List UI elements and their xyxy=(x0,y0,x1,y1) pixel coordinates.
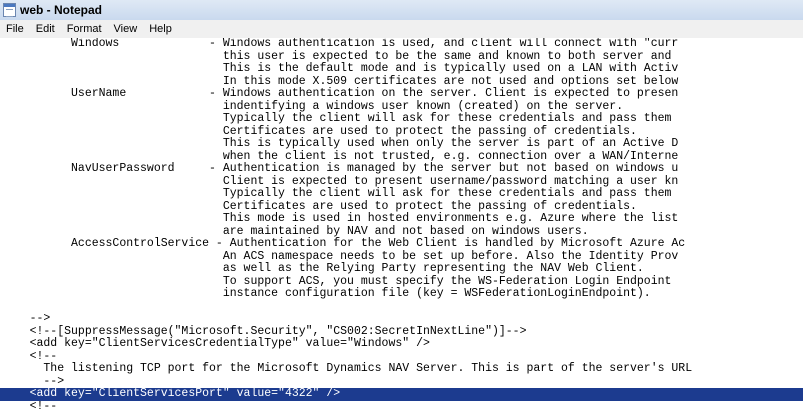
text-line[interactable]: This mode is used in hosted environments… xyxy=(0,212,803,226)
title-bar[interactable]: web - Notepad xyxy=(0,0,803,21)
text-line[interactable]: Typically the client will ask for these … xyxy=(0,112,803,126)
menu-file[interactable]: File xyxy=(0,20,30,38)
menu-bar: File Edit Format View Help xyxy=(0,20,803,39)
text-line[interactable]: instance configuration file (key = WSFed… xyxy=(0,287,803,301)
text-line[interactable]: This is typically used when only the ser… xyxy=(0,137,803,151)
text-line[interactable]: <add key="ClientServicesCredentialType" … xyxy=(0,337,803,351)
notepad-icon xyxy=(3,3,16,17)
menu-format[interactable]: Format xyxy=(61,20,108,38)
text-line[interactable] xyxy=(0,301,803,314)
window-title: web - Notepad xyxy=(20,3,103,17)
text-line[interactable]: NavUserPassword - Authentication is mana… xyxy=(0,162,803,176)
text-line[interactable]: <!-- xyxy=(0,400,803,414)
notepad-window: web - Notepad File Edit Format View Help… xyxy=(0,0,803,414)
menu-help[interactable]: Help xyxy=(143,20,178,38)
text-line[interactable]: as well as the Relying Party representin… xyxy=(0,262,803,276)
text-line[interactable]: Windows - Windows authentication is used… xyxy=(0,38,803,51)
document-text[interactable]: Windows - Windows authentication is used… xyxy=(0,38,803,413)
text-line[interactable]: UserName - Windows authentication on the… xyxy=(0,87,803,101)
text-line[interactable]: This is the default mode and is typicall… xyxy=(0,62,803,76)
text-editor-area[interactable]: Windows - Windows authentication is used… xyxy=(0,38,803,414)
menu-view[interactable]: View xyxy=(108,20,144,38)
text-line[interactable]: The listening TCP port for the Microsoft… xyxy=(0,362,803,376)
text-line[interactable]: Typically the client will ask for these … xyxy=(0,187,803,201)
text-line[interactable]: AccessControlService - Authentication fo… xyxy=(0,237,803,251)
menu-edit[interactable]: Edit xyxy=(30,20,61,38)
text-line[interactable]: --> xyxy=(0,312,803,326)
selected-text-line[interactable]: <add key="ClientServicesPort" value="432… xyxy=(0,387,803,401)
